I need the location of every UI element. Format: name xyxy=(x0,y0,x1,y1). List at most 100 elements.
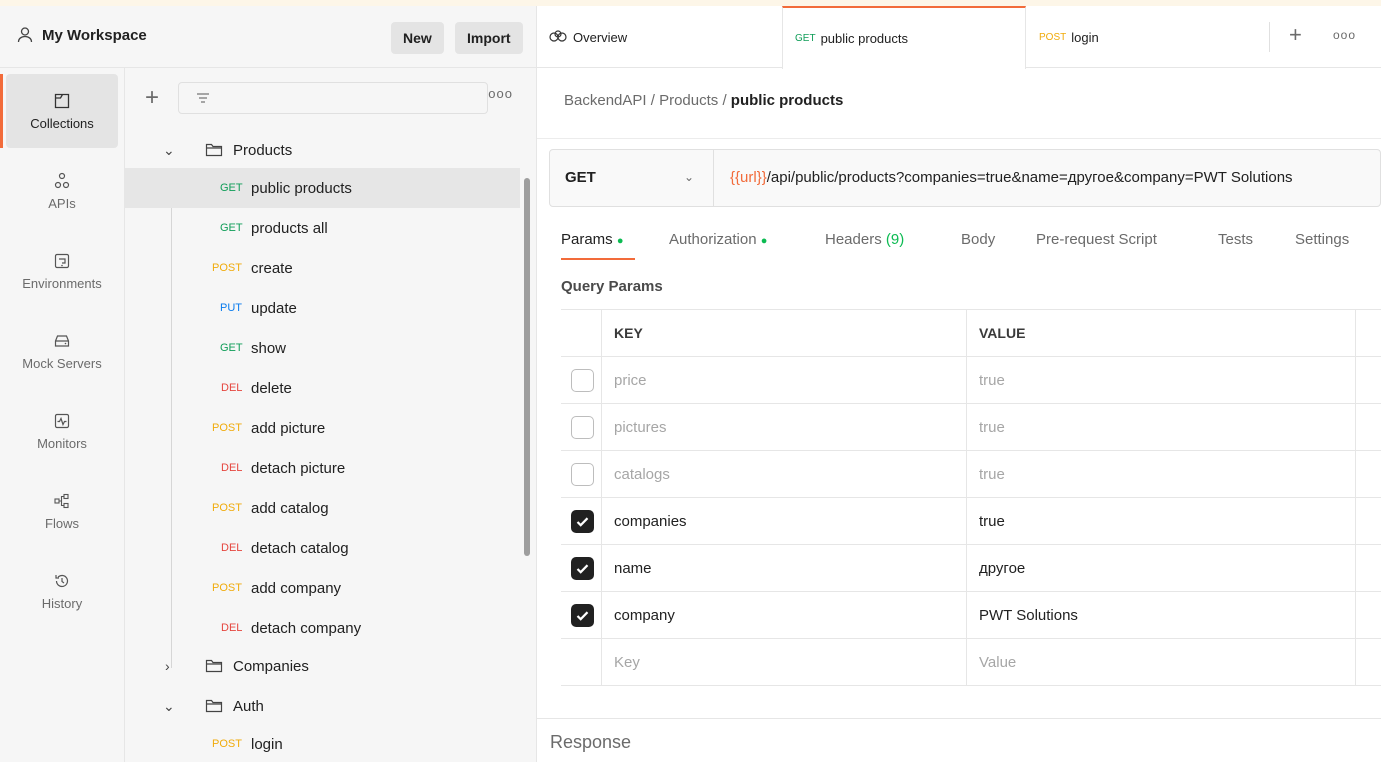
method-badge: GET xyxy=(220,182,243,194)
table-row: company PWT Solutions xyxy=(561,592,1381,639)
chevron-down-icon[interactable]: ⌄ xyxy=(163,142,177,159)
request-name: detach picture xyxy=(251,459,346,477)
folder-products[interactable]: ⌄ Products xyxy=(125,130,520,170)
url-bar: GET ⌄ {{url}}/api/public/products?compan… xyxy=(549,149,1381,207)
new-tab-icon[interactable]: + xyxy=(1289,24,1302,46)
param-key[interactable]: price xyxy=(614,357,647,403)
breadcrumb-separator: / xyxy=(722,92,727,109)
request-item-add-catalog[interactable]: POST add catalog xyxy=(125,488,520,528)
param-checkbox[interactable] xyxy=(571,369,594,392)
tab-headers[interactable]: Headers (9) xyxy=(825,231,904,248)
workspace-title[interactable]: My Workspace xyxy=(16,26,147,44)
table-row: catalogs true xyxy=(561,451,1381,498)
param-value[interactable]: true xyxy=(979,404,1005,450)
sidebar-item-monitors[interactable]: Monitors xyxy=(6,394,118,468)
param-key[interactable]: companies xyxy=(614,498,687,544)
tab-options-icon[interactable]: ooo xyxy=(1333,28,1356,42)
request-item-update[interactable]: PUT update xyxy=(125,288,520,328)
filter-input[interactable] xyxy=(178,82,488,114)
request-item-add-picture[interactable]: POST add picture xyxy=(125,408,520,448)
param-key[interactable]: catalogs xyxy=(614,451,670,497)
tab-authorization[interactable]: Authorization ● xyxy=(669,231,767,248)
request-item-create[interactable]: POST create xyxy=(125,248,520,288)
request-item-detach-company[interactable]: DEL detach company xyxy=(125,608,520,648)
method-badge: GET xyxy=(795,33,816,44)
param-value[interactable]: true xyxy=(979,357,1005,403)
breadcrumb-folder[interactable]: Products xyxy=(659,92,718,109)
checkmark-icon xyxy=(576,517,589,527)
tab-public-products[interactable]: GET public products xyxy=(782,6,1026,69)
sidebar-item-collections[interactable]: Collections xyxy=(6,74,118,148)
request-name: create xyxy=(251,259,293,277)
param-checkbox[interactable] xyxy=(571,557,594,580)
param-checkbox[interactable] xyxy=(571,604,594,627)
chevron-down-icon[interactable]: ⌄ xyxy=(163,698,177,715)
sidebar-item-mock-servers[interactable]: Mock Servers xyxy=(6,314,118,388)
param-value[interactable]: PWT Solutions xyxy=(979,592,1078,638)
sidebar-item-label: History xyxy=(41,595,83,611)
chevron-down-icon: ⌄ xyxy=(684,170,695,184)
sidebar-item-label: Collections xyxy=(30,115,94,131)
request-item-public-products[interactable]: GET public products xyxy=(125,168,520,208)
tab-params[interactable]: Params ● xyxy=(561,231,624,248)
sidebar-item-label: Mock Servers xyxy=(22,355,102,371)
more-options-icon[interactable]: ooo xyxy=(488,86,513,101)
sidebar-item-label: Monitors xyxy=(37,435,87,451)
new-value-input[interactable]: Value xyxy=(979,639,1016,685)
param-value[interactable]: true xyxy=(979,451,1005,497)
request-name: login xyxy=(251,735,283,753)
request-item-detach-picture[interactable]: DEL detach picture xyxy=(125,448,520,488)
request-item-show[interactable]: GET show xyxy=(125,328,520,368)
breadcrumb-separator: / xyxy=(650,92,655,109)
tab-body[interactable]: Body xyxy=(961,231,995,248)
param-value[interactable]: true xyxy=(979,498,1005,544)
headers-count: (9) xyxy=(885,231,905,248)
tab-settings[interactable]: Settings xyxy=(1295,231,1349,248)
method-select-value: GET xyxy=(565,169,596,186)
tab-pre-request-script[interactable]: Pre-request Script xyxy=(1036,231,1157,248)
response-divider[interactable] xyxy=(537,718,1381,719)
param-value[interactable]: другое xyxy=(979,545,1025,591)
tab-login[interactable]: POST login xyxy=(1039,6,1099,68)
flows-icon xyxy=(54,493,69,508)
request-item-products-all[interactable]: GET products all xyxy=(125,208,520,248)
request-item-login[interactable]: POST login xyxy=(125,724,520,762)
folder-companies[interactable]: › Companies xyxy=(125,646,520,686)
new-key-input[interactable]: Key xyxy=(614,639,640,685)
param-checkbox[interactable] xyxy=(571,510,594,533)
sidebar-item-environments[interactable]: Environments xyxy=(6,234,118,308)
request-tabs-bar: Overview GET public products POST login … xyxy=(537,6,1381,69)
folder-name: Companies xyxy=(233,657,309,675)
request-name: update xyxy=(251,299,297,317)
sidebar-item-apis[interactable]: APIs xyxy=(6,154,118,228)
request-item-add-company[interactable]: POST add company xyxy=(125,568,520,608)
method-badge: GET xyxy=(220,222,243,234)
tree-scrollbar[interactable] xyxy=(524,178,530,556)
sidebar-item-history[interactable]: History xyxy=(6,554,118,628)
tree-toolbar: + ooo xyxy=(125,68,537,128)
folder-icon xyxy=(205,699,223,713)
param-checkbox[interactable] xyxy=(571,416,594,439)
url-input[interactable]: {{url}}/api/public/products?companies=tr… xyxy=(730,169,1293,186)
new-button[interactable]: New xyxy=(391,22,444,54)
chevron-right-icon[interactable]: › xyxy=(165,658,179,674)
param-key[interactable]: company xyxy=(614,592,675,638)
method-select[interactable]: GET ⌄ xyxy=(550,150,714,206)
tab-tests[interactable]: Tests xyxy=(1218,231,1253,248)
param-key[interactable]: pictures xyxy=(614,404,667,450)
import-button[interactable]: Import xyxy=(455,22,523,54)
breadcrumb-current[interactable]: public products xyxy=(731,92,844,109)
breadcrumb-collection[interactable]: BackendAPI xyxy=(564,92,647,109)
tab-label: Params xyxy=(561,231,613,248)
param-key[interactable]: name xyxy=(614,545,652,591)
method-badge: POST xyxy=(212,262,242,274)
sidebar-item-flows[interactable]: Flows xyxy=(6,474,118,548)
param-checkbox[interactable] xyxy=(571,463,594,486)
folder-auth[interactable]: ⌄ Auth xyxy=(125,686,520,726)
tab-overview[interactable]: Overview xyxy=(549,6,627,68)
request-item-detach-catalog[interactable]: DEL detach catalog xyxy=(125,528,520,568)
sidebar-item-label: Flows xyxy=(45,515,79,531)
request-item-delete[interactable]: DEL delete xyxy=(125,368,520,408)
add-collection-icon[interactable]: + xyxy=(145,86,159,110)
collection-tree: + ooo ⌄ Products GET public products GET… xyxy=(125,68,537,762)
